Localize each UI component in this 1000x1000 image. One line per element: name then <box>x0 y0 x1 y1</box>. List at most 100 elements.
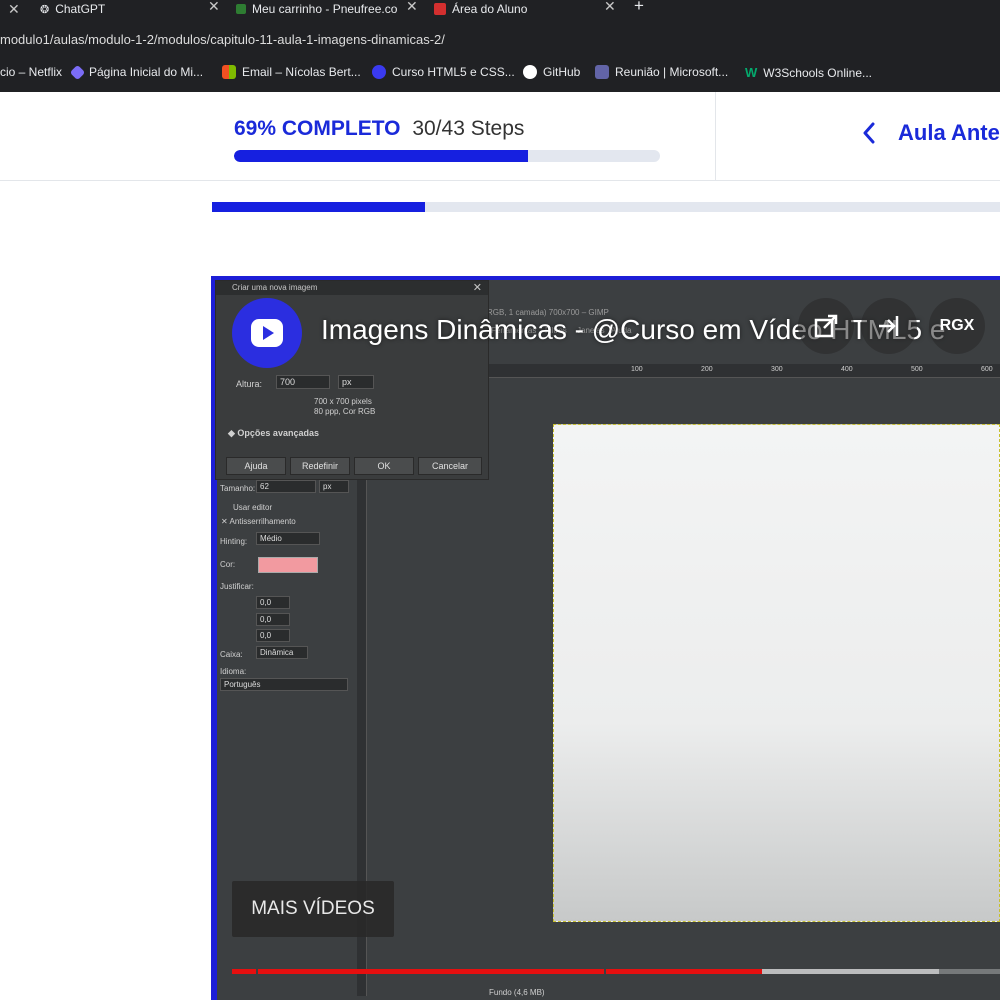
play-logo-icon <box>251 319 283 347</box>
size-unit: px <box>319 480 349 493</box>
bookmarks-bar: cio – Netflix Página Inicial do Mi... Em… <box>0 58 1000 92</box>
language-label: Idioma: <box>220 667 247 676</box>
bookmark-label: GitHub <box>543 65 581 79</box>
watch-on-youtube-button[interactable] <box>798 298 854 354</box>
gimp-ruler-horizontal: 100 200 300 400 500 600 <box>489 364 1000 378</box>
share-button[interactable] <box>861 298 917 354</box>
close-icon[interactable]: ✕ <box>8 1 20 18</box>
bookmark-label: Reunião | Microsoft... <box>615 65 729 79</box>
bookmark-w3schools[interactable]: W W3Schools Online... <box>745 65 872 80</box>
chevron-left-icon <box>863 122 875 144</box>
tab-area-do-aluno[interactable]: Área do Aluno ✕ <box>434 0 619 18</box>
lesson-progress-fill <box>212 202 425 212</box>
justify-label: Justificar: <box>220 582 254 591</box>
course-progress-bar <box>234 150 660 162</box>
previous-lesson-label: Aula Ante <box>898 120 1000 145</box>
gimp-canvas <box>553 424 1000 922</box>
advanced-options-label: Opções avançadas <box>237 428 319 438</box>
channel-logo[interactable] <box>232 298 302 368</box>
antialias-option: ✕ Antisserrilhamento <box>221 517 296 526</box>
bookmark-teams[interactable]: Reunião | Microsoft... <box>595 65 728 79</box>
dialog-title: Criar uma nova imagem ✕ <box>216 281 488 295</box>
close-icon: ✕ <box>472 282 482 294</box>
box-select: Dinâmica <box>256 646 308 659</box>
lesson-progress-bar <box>212 202 1000 212</box>
github-icon <box>523 65 537 79</box>
dialog-title-text: Criar uma nova imagem <box>232 283 318 292</box>
video-progress-bar[interactable] <box>232 969 1000 974</box>
bookmark-github[interactable]: GitHub <box>523 65 580 79</box>
course-progress-header: 69% COMPLETO 30/43 Steps Aula Ante <box>0 92 1000 181</box>
teams-icon <box>595 65 609 79</box>
indent-field: 0,0 <box>256 596 290 609</box>
ruler-label: 100 <box>631 366 643 373</box>
color-label: Cor: <box>220 560 236 569</box>
bookmark-email[interactable]: Email – Nícolas Bert... <box>222 65 361 79</box>
bookmark-netflix[interactable]: cio – Netflix <box>0 65 62 79</box>
image-info: 700 x 700 pixels <box>314 397 372 406</box>
close-icon[interactable]: ✕ <box>208 0 220 15</box>
letter-spacing-field: 0,0 <box>256 629 290 642</box>
chatgpt-icon: ❂ <box>40 3 50 16</box>
bookmark-label: Email – Nícolas Bert... <box>242 65 361 79</box>
size-field: 62 <box>256 480 316 493</box>
gimp-status: Fundo (4,6 MB) <box>489 988 545 997</box>
ruler-label: 200 <box>701 366 713 373</box>
ruler-label: 400 <box>841 366 853 373</box>
share-icon <box>879 316 899 336</box>
tab-label: Meu carrinho - Pneufree.co <box>252 2 397 16</box>
bookmark-curso-html5[interactable]: Curso HTML5 e CSS... <box>372 65 515 79</box>
more-videos-button[interactable]: MAIS VÍDEOS <box>232 881 394 937</box>
use-editor-label: Usar editor <box>233 503 273 512</box>
language-field: Português <box>220 678 348 691</box>
chapter-marker <box>256 969 258 974</box>
course-progress-text: 69% COMPLETO 30/43 Steps <box>234 117 524 141</box>
bookmark-label: Curso HTML5 e CSS... <box>392 65 515 79</box>
close-icon[interactable]: ✕ <box>406 0 418 15</box>
previous-lesson-link[interactable]: Aula Ante <box>862 120 1000 146</box>
progress-steps: 30/43 Steps <box>412 117 525 140</box>
bookmark-microsoft-start[interactable]: Página Inicial do Mi... <box>69 64 204 80</box>
help-button: Ajuda <box>226 457 286 475</box>
line-spacing-field: 0,0 <box>256 613 290 626</box>
tab-close-partial[interactable]: ✕ <box>8 0 28 18</box>
channel-badge[interactable]: RGX <box>929 298 985 354</box>
hinting-select: Médio <box>256 532 320 545</box>
reset-button: Redefinir <box>290 457 350 475</box>
curso-em-video-icon <box>372 65 386 79</box>
box-label: Caixa: <box>220 650 243 659</box>
video-player[interactable]: RGB, 1 camada) 700x700 – GIMP Ferramenta… <box>211 276 1000 1000</box>
antialias-label: Antisserrilhamento <box>229 517 296 526</box>
pneufree-icon <box>236 4 246 14</box>
url-text[interactable]: modulo1/aulas/modulo-1-2/modulos/capitul… <box>0 32 445 47</box>
address-bar[interactable]: modulo1/aulas/modulo-1-2/modulos/capitul… <box>0 18 1000 58</box>
unit-select: px <box>338 375 374 389</box>
text-color-swatch <box>258 557 318 573</box>
height-label: Altura: <box>236 379 263 389</box>
ruler-label: 500 <box>911 366 923 373</box>
w3schools-icon: W <box>745 65 758 80</box>
bookmark-label: Página Inicial do Mi... <box>89 65 204 79</box>
chapter-marker <box>604 969 606 974</box>
close-icon[interactable]: ✕ <box>604 0 616 15</box>
image-info: 80 ppp, Cor RGB <box>314 407 376 416</box>
tab-label: ChatGPT <box>55 2 106 16</box>
channel-badge-text: RGX <box>939 317 975 334</box>
hinting-label: Hinting: <box>220 537 248 546</box>
cancel-button: Cancelar <box>418 457 482 475</box>
course-progress-fill <box>234 150 528 162</box>
tab-pneufree[interactable]: Meu carrinho - Pneufree.co ✕ <box>236 0 421 18</box>
browser-tab-bar: ✕ ❂ ChatGPT ✕ Meu carrinho - Pneufree.co… <box>0 0 1000 18</box>
progress-percent: 69% COMPLETO <box>234 117 401 140</box>
microsoft-start-icon <box>69 64 86 80</box>
microsoft-icon <box>222 65 236 79</box>
ruler-label: 600 <box>981 366 993 373</box>
bookmark-label: W3Schools Online... <box>763 65 872 80</box>
bookmark-label: cio – Netflix <box>0 65 63 79</box>
header-divider <box>715 92 716 181</box>
new-tab-button[interactable]: + <box>634 0 644 16</box>
tab-label: Área do Aluno <box>452 2 528 16</box>
ok-button: OK <box>354 457 414 475</box>
tab-chatgpt[interactable]: ❂ ChatGPT ✕ <box>40 0 225 18</box>
more-videos-label: MAIS VÍDEOS <box>251 898 375 919</box>
